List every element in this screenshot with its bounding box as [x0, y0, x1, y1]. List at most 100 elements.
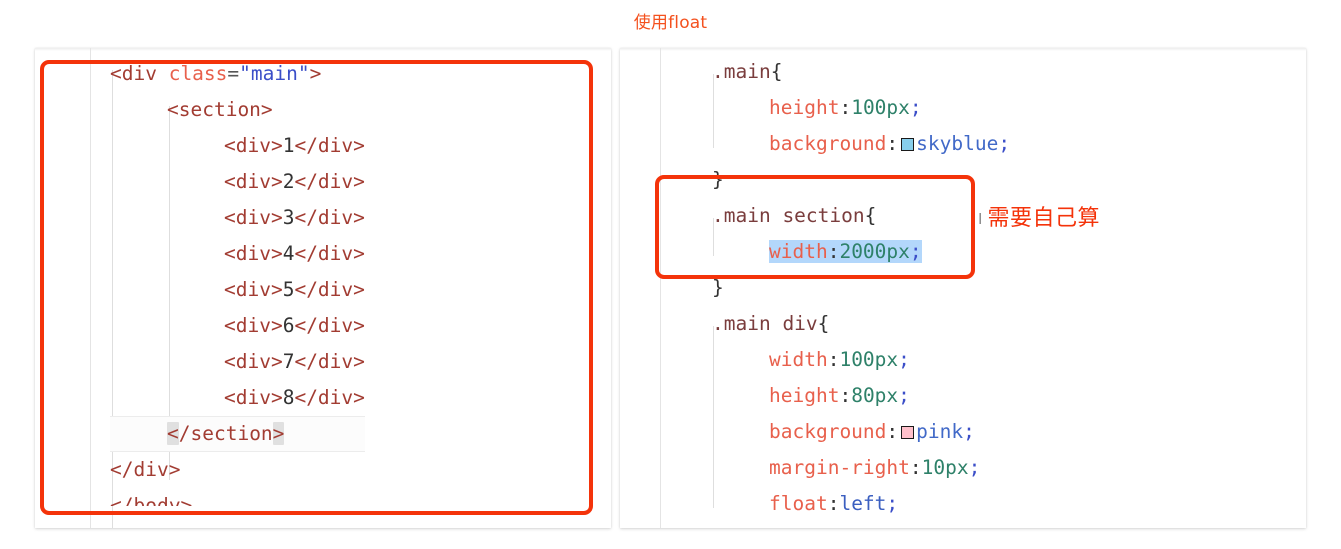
code-token: ;: [886, 492, 899, 515]
code-token: class: [168, 62, 228, 85]
code-token: background: [769, 132, 887, 155]
code-line[interactable]: }: [712, 270, 1010, 306]
code-token: ;: [968, 456, 981, 479]
code-line[interactable]: .main div{: [712, 306, 1010, 342]
code-token: :: [909, 456, 922, 479]
code-token: ;: [909, 96, 922, 119]
code-token: >: [309, 62, 322, 85]
code-token: :: [886, 132, 899, 155]
code-token: </div>: [294, 206, 365, 229]
code-line[interactable]: width:2000px;: [712, 234, 1010, 270]
code-token: <div>: [224, 350, 283, 373]
code-token: :: [886, 420, 899, 443]
code-token: 100px: [851, 96, 910, 119]
code-token: {: [817, 312, 830, 335]
code-token: ;: [998, 132, 1011, 155]
code-token: <div>: [224, 134, 283, 157]
code-token: ;: [898, 384, 910, 407]
code-line[interactable]: <div>5</div>: [110, 272, 365, 308]
html-editor-pane[interactable]: <div class="main"> <section> <div>1</div> <…: [35, 48, 611, 528]
code-token: </div>: [294, 314, 365, 337]
code-token: <: [167, 422, 179, 445]
code-token: }: [712, 168, 724, 191]
code-token: 7: [282, 350, 295, 373]
code-token: height: [769, 384, 840, 407]
code-token: <div>: [224, 206, 283, 229]
code-token: margin-right: [769, 456, 910, 479]
code-line[interactable]: </section>: [110, 416, 365, 452]
code-token: </div>: [294, 278, 365, 301]
code-line[interactable]: }: [712, 162, 1010, 198]
annotation-note-text: 需要自己算: [987, 206, 1100, 231]
css-editor-pane[interactable]: .main{height:100px; background: skyblue;}.…: [620, 48, 1306, 528]
code-token: width: [769, 240, 828, 263]
page-title: 使用float: [633, 12, 708, 33]
color-swatch-icon[interactable]: [901, 138, 915, 151]
code-token: <div>: [224, 278, 283, 301]
code-token: skyblue: [916, 132, 999, 155]
code-line[interactable]: .main{: [712, 54, 1010, 90]
code-token: .main: [712, 60, 771, 83]
code-token: ;: [898, 348, 910, 371]
code-line[interactable]: width:100px;: [712, 342, 1010, 378]
code-line[interactable]: </div>: [110, 452, 365, 488]
code-line[interactable]: height:100px;: [712, 90, 1010, 126]
code-token: 8: [282, 386, 295, 409]
code-token: 4: [282, 242, 295, 265]
code-line[interactable]: <div>8</div>: [110, 380, 365, 416]
code-token: width: [769, 348, 828, 371]
code-token: >: [272, 422, 285, 445]
code-token: height: [769, 96, 840, 119]
code-token: :: [839, 96, 852, 119]
code-line[interactable]: height:80px;: [712, 378, 1010, 414]
code-token: ;: [963, 420, 975, 443]
code-token: :: [839, 384, 852, 407]
code-line[interactable]: background: pink;: [712, 414, 1010, 450]
code-line[interactable]: margin-right:10px;: [712, 450, 1010, 486]
code-line[interactable]: <div>6</div>: [110, 308, 365, 344]
code-line[interactable]: <div>3</div>: [110, 200, 365, 236]
code-line[interactable]: float:left;: [712, 486, 1010, 522]
code-token: 100px: [839, 348, 899, 371]
code-token: </div>: [294, 170, 365, 193]
code-token: :: [827, 240, 840, 263]
css-code-block[interactable]: .main{height:100px; background: skyblue;}.…: [620, 48, 1010, 528]
code-token: .main section: [712, 204, 865, 227]
code-token: 1: [282, 134, 295, 157]
code-token: background: [769, 420, 887, 443]
code-token: 3: [282, 206, 295, 229]
code-line[interactable]: .main section{: [712, 198, 1010, 234]
page-title-bar: 使用float: [0, 0, 1341, 46]
code-line[interactable]: background: skyblue;: [712, 126, 1010, 162]
code-token: .main div: [712, 312, 818, 335]
code-token: <div>: [224, 386, 283, 409]
code-token: float: [769, 492, 828, 515]
code-line[interactable]: <div class="main">: [110, 56, 365, 92]
code-line[interactable]: <div>2</div>: [110, 164, 365, 200]
code-token: "main": [239, 62, 310, 85]
code-token: {: [770, 60, 783, 83]
code-token: 6: [282, 314, 295, 337]
selected-text[interactable]: width:2000px;: [769, 240, 922, 263]
code-token: 5: [282, 278, 295, 301]
code-token: :: [827, 492, 840, 515]
code-line[interactable]: <section>: [110, 92, 365, 128]
code-token: :: [827, 348, 840, 371]
annotation-note: I 需要自己算: [978, 208, 1100, 230]
code-token: 10px: [921, 456, 969, 479]
code-line[interactable]: </body>: [110, 488, 365, 506]
code-line[interactable]: }: [712, 522, 1010, 528]
code-token: <div>: [224, 170, 283, 193]
code-token: }: [712, 276, 724, 299]
html-code-block[interactable]: <div class="main"> <section> <div>1</div> <…: [35, 48, 365, 506]
code-token: left: [839, 492, 887, 515]
code-line[interactable]: <div>7</div>: [110, 344, 365, 380]
code-token: <section>: [167, 98, 273, 121]
code-token: <div: [110, 62, 169, 85]
code-token: pink: [916, 420, 964, 443]
code-token: </div>: [110, 458, 181, 481]
code-line[interactable]: <div>4</div>: [110, 236, 365, 272]
code-line[interactable]: <div>1</div>: [110, 128, 365, 164]
text-cursor-icon: I: [978, 209, 983, 228]
color-swatch-icon[interactable]: [901, 426, 915, 439]
